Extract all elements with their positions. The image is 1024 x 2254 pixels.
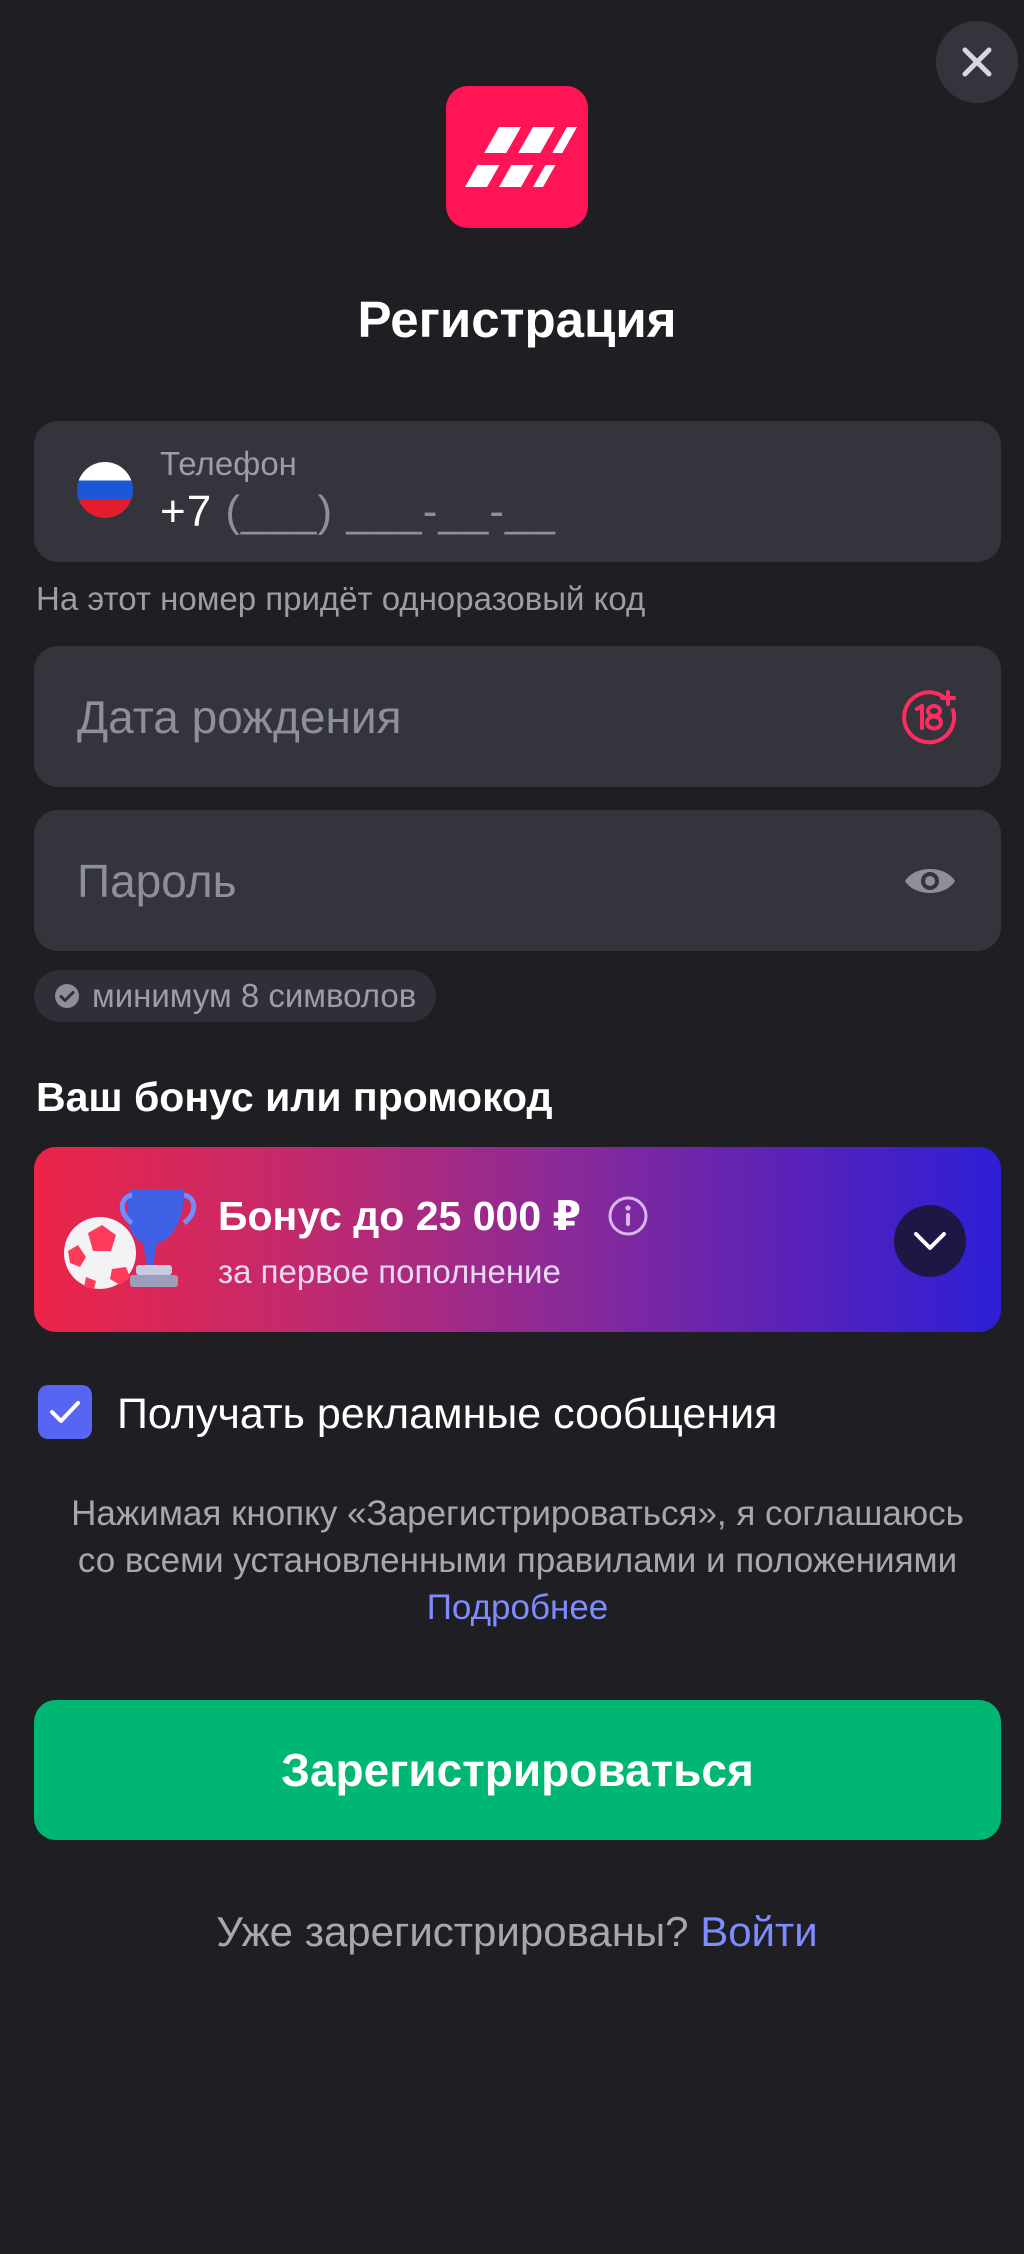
password-rule-badge: минимум 8 символов: [34, 970, 437, 1022]
russia-flag-icon[interactable]: [77, 462, 133, 518]
birth-date-field[interactable]: Дата рождения: [34, 646, 1001, 787]
logo-icon: [455, 127, 579, 187]
phone-label: Телефон: [160, 445, 297, 482]
login-question: Уже зарегистрированы?: [216, 1908, 689, 1955]
marketing-checkbox[interactable]: [38, 1385, 92, 1439]
password-rule-text: минимум 8 символов: [92, 977, 417, 1014]
info-icon[interactable]: [607, 1195, 649, 1237]
chevron-down-icon: [914, 1232, 946, 1250]
marketing-checkbox-label[interactable]: Получать рекламные сообщения: [117, 1390, 777, 1439]
phone-mask: (___) ___-__-__: [225, 487, 556, 536]
close-icon: [962, 47, 992, 77]
trophy-icon: [119, 1189, 197, 1287]
check-circle-icon: [55, 984, 79, 1008]
phone-hint: На этот номер придёт одноразовый код: [36, 580, 646, 617]
terms-text: Нажимая кнопку «Зарегистрироваться», я с…: [71, 1494, 964, 1580]
bonus-subtitle: за первое пополнение: [218, 1253, 561, 1290]
login-link[interactable]: Войти: [700, 1908, 818, 1955]
checkmark-icon: [50, 1401, 80, 1423]
birth-date-input[interactable]: Дата рождения: [77, 690, 402, 744]
bonus-title: Бонус до 25 000 ₽: [218, 1192, 649, 1240]
register-button[interactable]: Зарегистрироваться: [34, 1700, 1001, 1840]
bonus-selector[interactable]: Бонус до 25 000 ₽ за первое пополнение: [34, 1147, 1001, 1332]
age-18-plus-icon: [901, 688, 959, 746]
login-prompt: Уже зарегистрированы? Войти: [0, 1908, 1024, 1956]
phone-prefix: +7: [160, 487, 213, 536]
terms-notice: Нажимая кнопку «Зарегистрироваться», я с…: [60, 1490, 975, 1631]
bonus-title-text: Бонус до 25 000 ₽: [218, 1193, 582, 1239]
soccer-trophy-icon: [64, 1189, 197, 1289]
phone-field[interactable]: Телефон +7 (___) ___-__-__: [34, 421, 1001, 562]
close-button[interactable]: [936, 21, 1018, 103]
brand-logo: [446, 86, 588, 228]
bonus-expand-button[interactable]: [894, 1205, 966, 1277]
eye-icon[interactable]: [901, 852, 959, 910]
phone-input[interactable]: +7 (___) ___-__-__: [160, 487, 556, 537]
password-field[interactable]: Пароль: [34, 810, 1001, 951]
page-title: Регистрация: [357, 291, 677, 348]
bonus-section-title: Ваш бонус или промокод: [36, 1074, 553, 1120]
terms-details-link[interactable]: Подробнее: [427, 1588, 609, 1627]
password-input[interactable]: Пароль: [77, 854, 237, 908]
